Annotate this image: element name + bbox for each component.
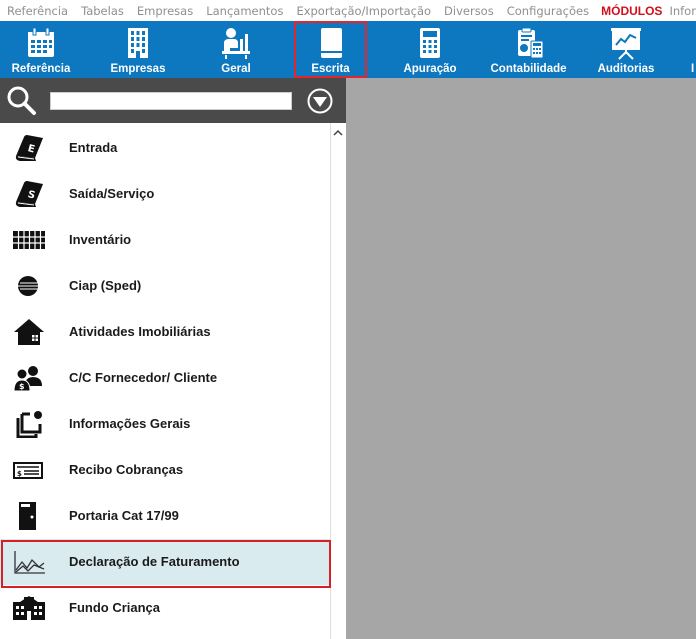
menu-item-tabelas[interactable]: Tabelas — [74, 4, 130, 18]
line-chart-icon — [14, 551, 45, 574]
menu-item-exportacao-importacao[interactable]: Exportação/Importação — [289, 4, 437, 18]
toolbar-label: I — [691, 63, 695, 75]
list-item-label: Ciap (Sped) — [69, 278, 142, 293]
module-list-panel: E Entrada S Saída/Serviço Inventário Cia… — [0, 123, 346, 639]
toolbar-button-empresas[interactable]: Empresas — [96, 21, 180, 78]
toolbar-label: Escrita — [311, 63, 350, 75]
building-icon — [128, 28, 148, 58]
list-item-label: Inventário — [69, 232, 132, 247]
toolbar-button-escrita[interactable]: Escrita — [294, 21, 367, 78]
person-at-desk-icon — [222, 28, 250, 59]
toolbar-label: Empresas — [110, 63, 166, 75]
list-item-label: Portaria Cat 17/99 — [69, 508, 179, 523]
list-item-informacoes-gerais[interactable]: Informações Gerais — [0, 401, 330, 447]
menu-item-modulos[interactable]: MÓDULOS — [595, 4, 668, 18]
people-money-icon: $ — [13, 366, 42, 392]
list-item-fundo-crianca[interactable]: Fundo Criança — [0, 585, 330, 631]
list-item-ciap-sped[interactable]: Ciap (Sped) — [0, 263, 330, 309]
list-item-label: Declaração de Faturamento — [69, 554, 240, 569]
list-item-entrada[interactable]: E Entrada — [0, 125, 330, 171]
door-icon — [19, 502, 36, 530]
toolbar-label: Referência — [11, 63, 71, 75]
presentation-chart-icon — [611, 28, 641, 60]
menu-item-diversos[interactable]: Diversos — [437, 4, 500, 18]
scroll-up-icon[interactable] — [332, 127, 344, 139]
list-item-label: Entrada — [69, 140, 118, 155]
menu-bar: Referência Tabelas Empresas Lançamentos … — [0, 0, 696, 21]
search-bar — [0, 78, 346, 123]
module-toolbar: Referência Empresas Geral Escrita Apuraç… — [0, 21, 696, 78]
grid-icon — [13, 231, 45, 249]
list-item-atividades-imobiliarias[interactable]: Atividades Imobiliárias — [0, 309, 330, 355]
list-item-label: Recibo Cobranças — [69, 462, 184, 477]
menu-item-lancamentos[interactable]: Lançamentos — [199, 4, 289, 18]
menu-item-empresas[interactable]: Empresas — [130, 4, 199, 18]
toolbar-button-auditorias[interactable]: Auditorias — [588, 21, 664, 78]
house-icon — [14, 319, 44, 345]
list-item-saida-servico[interactable]: S Saída/Serviço — [0, 171, 330, 217]
list-item-label: Saída/Serviço — [69, 186, 155, 201]
chevron-down-icon[interactable] — [307, 88, 333, 114]
search-input[interactable] — [50, 92, 292, 110]
book-e-icon: E — [15, 135, 43, 161]
menu-item-referencia[interactable]: Referência — [0, 4, 74, 18]
menu-item-informacoes[interactable]: Informações — [668, 4, 696, 18]
list-item-label: Informações Gerais — [69, 416, 191, 431]
book-s-icon: S — [15, 181, 43, 207]
toolbar-label: Contabilidade — [490, 63, 567, 75]
toolbar-button-contabilidade[interactable]: Contabilidade — [485, 21, 572, 78]
list-item-inventario[interactable]: Inventário — [0, 217, 330, 263]
documents-icon — [16, 411, 42, 438]
toolbar-label: Geral — [221, 63, 251, 75]
book-icon — [320, 28, 342, 58]
calendar-icon — [28, 27, 54, 57]
svg-text:$: $ — [17, 470, 22, 478]
toolbar-button-geral[interactable]: Geral — [195, 21, 277, 78]
list-item-recibo-cobrancas[interactable]: $ Recibo Cobranças — [0, 447, 330, 493]
list-item-cc-fornecedor-cliente[interactable]: $ C/C Fornecedor/ Cliente — [0, 355, 330, 401]
toolbar-button-apuracao[interactable]: Apuração — [391, 21, 469, 78]
school-icon — [13, 596, 45, 620]
toolbar-button-partial[interactable]: I — [684, 21, 696, 78]
list-item-portaria-cat-17-99[interactable]: Portaria Cat 17/99 — [0, 493, 330, 539]
svg-text:$: $ — [19, 382, 25, 391]
receipt-icon: $ — [13, 462, 43, 479]
list-item-label: C/C Fornecedor/ Cliente — [69, 370, 218, 385]
list-item-label: Atividades Imobiliárias — [69, 324, 211, 339]
toolbar-button-referencia[interactable]: Referência — [0, 21, 82, 78]
calculator-icon — [420, 28, 440, 58]
list-item-declaracao-de-faturamento[interactable]: Declaração de Faturamento — [0, 539, 331, 588]
list-item-label: Fundo Criança — [69, 600, 161, 615]
accounting-icon — [517, 27, 543, 59]
toolbar-label: Auditorias — [597, 63, 655, 75]
search-icon[interactable] — [5, 84, 37, 116]
globe-icon — [18, 276, 41, 296]
toolbar-label: Apuração — [403, 63, 457, 75]
menu-item-configuracoes[interactable]: Configurações — [500, 4, 595, 18]
